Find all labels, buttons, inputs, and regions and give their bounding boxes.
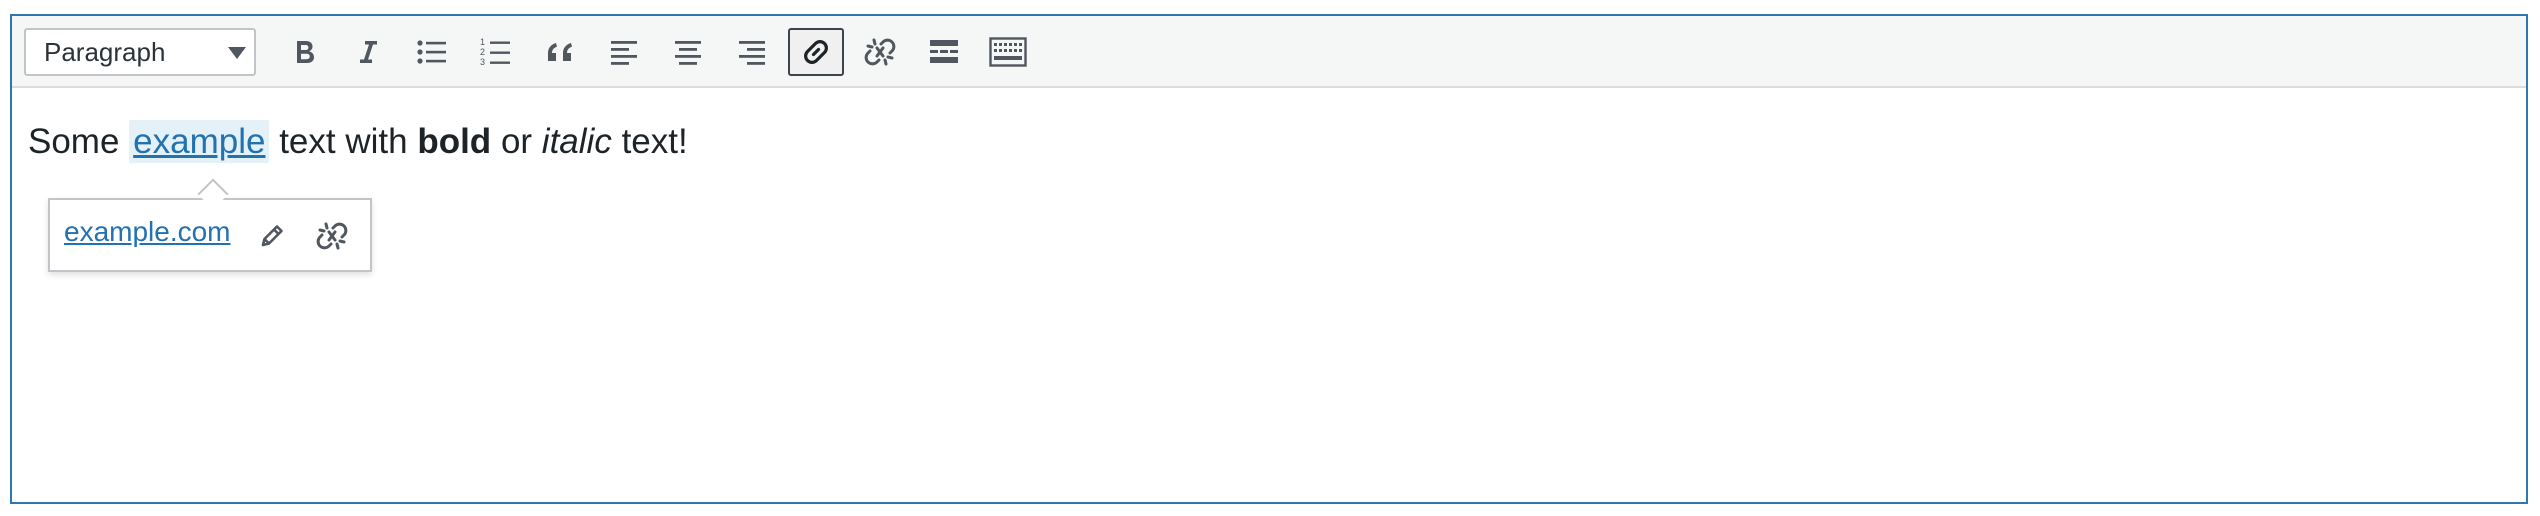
- text-segment: Some: [28, 122, 120, 161]
- insert-link-button[interactable]: [788, 28, 844, 76]
- unlink-icon: [316, 222, 348, 250]
- align-left-icon: [611, 41, 637, 65]
- italic-text: italic: [541, 122, 612, 161]
- numbered-list-icon: 1 2 3: [480, 37, 510, 67]
- editor-content[interactable]: Some example text with bold or italic te…: [28, 118, 688, 166]
- editor-toolbar: Paragraph 1 2 3: [12, 16, 2526, 88]
- align-right-icon: [739, 41, 765, 65]
- text-segment: text!: [621, 122, 688, 161]
- link-popup-url[interactable]: example.com: [64, 216, 231, 248]
- text-segment: or: [500, 122, 533, 161]
- align-left-button[interactable]: [596, 28, 652, 76]
- text-segment: text with: [279, 122, 408, 161]
- link-icon: [804, 40, 828, 64]
- unlink-icon: [864, 38, 896, 66]
- numbered-list-button[interactable]: 1 2 3: [468, 28, 524, 76]
- link-popup: example.com: [48, 198, 372, 272]
- blockquote-button[interactable]: [532, 28, 588, 76]
- svg-text:3: 3: [480, 57, 485, 67]
- bold-text: bold: [417, 122, 492, 161]
- format-select[interactable]: Paragraph: [24, 28, 256, 76]
- blockquote-icon: [548, 43, 572, 61]
- remove-link-button[interactable]: [852, 28, 908, 76]
- align-center-icon: [675, 41, 701, 65]
- chevron-down-icon: [228, 47, 246, 59]
- align-center-button[interactable]: [660, 28, 716, 76]
- italic-button[interactable]: [340, 28, 396, 76]
- keyboard-icon: [989, 37, 1027, 67]
- pencil-icon: [261, 225, 283, 247]
- content-link[interactable]: example: [129, 120, 270, 163]
- read-more-icon: [930, 40, 958, 63]
- align-right-button[interactable]: [724, 28, 780, 76]
- bold-icon: [297, 41, 314, 63]
- rich-text-editor: Paragraph 1 2 3 Some example text with b…: [10, 14, 2528, 504]
- svg-text:1: 1: [480, 37, 485, 47]
- read-more-button[interactable]: [916, 28, 972, 76]
- popup-remove-link-button[interactable]: [312, 216, 352, 256]
- italic-icon: [360, 41, 377, 63]
- toolbar-toggle-button[interactable]: [980, 28, 1036, 76]
- svg-text:2: 2: [480, 47, 485, 57]
- bulleted-list-button[interactable]: [404, 28, 460, 76]
- format-select-value: Paragraph: [44, 37, 166, 67]
- bulleted-list-icon: [417, 40, 446, 64]
- bold-button[interactable]: [276, 28, 332, 76]
- edit-link-button[interactable]: [252, 216, 292, 256]
